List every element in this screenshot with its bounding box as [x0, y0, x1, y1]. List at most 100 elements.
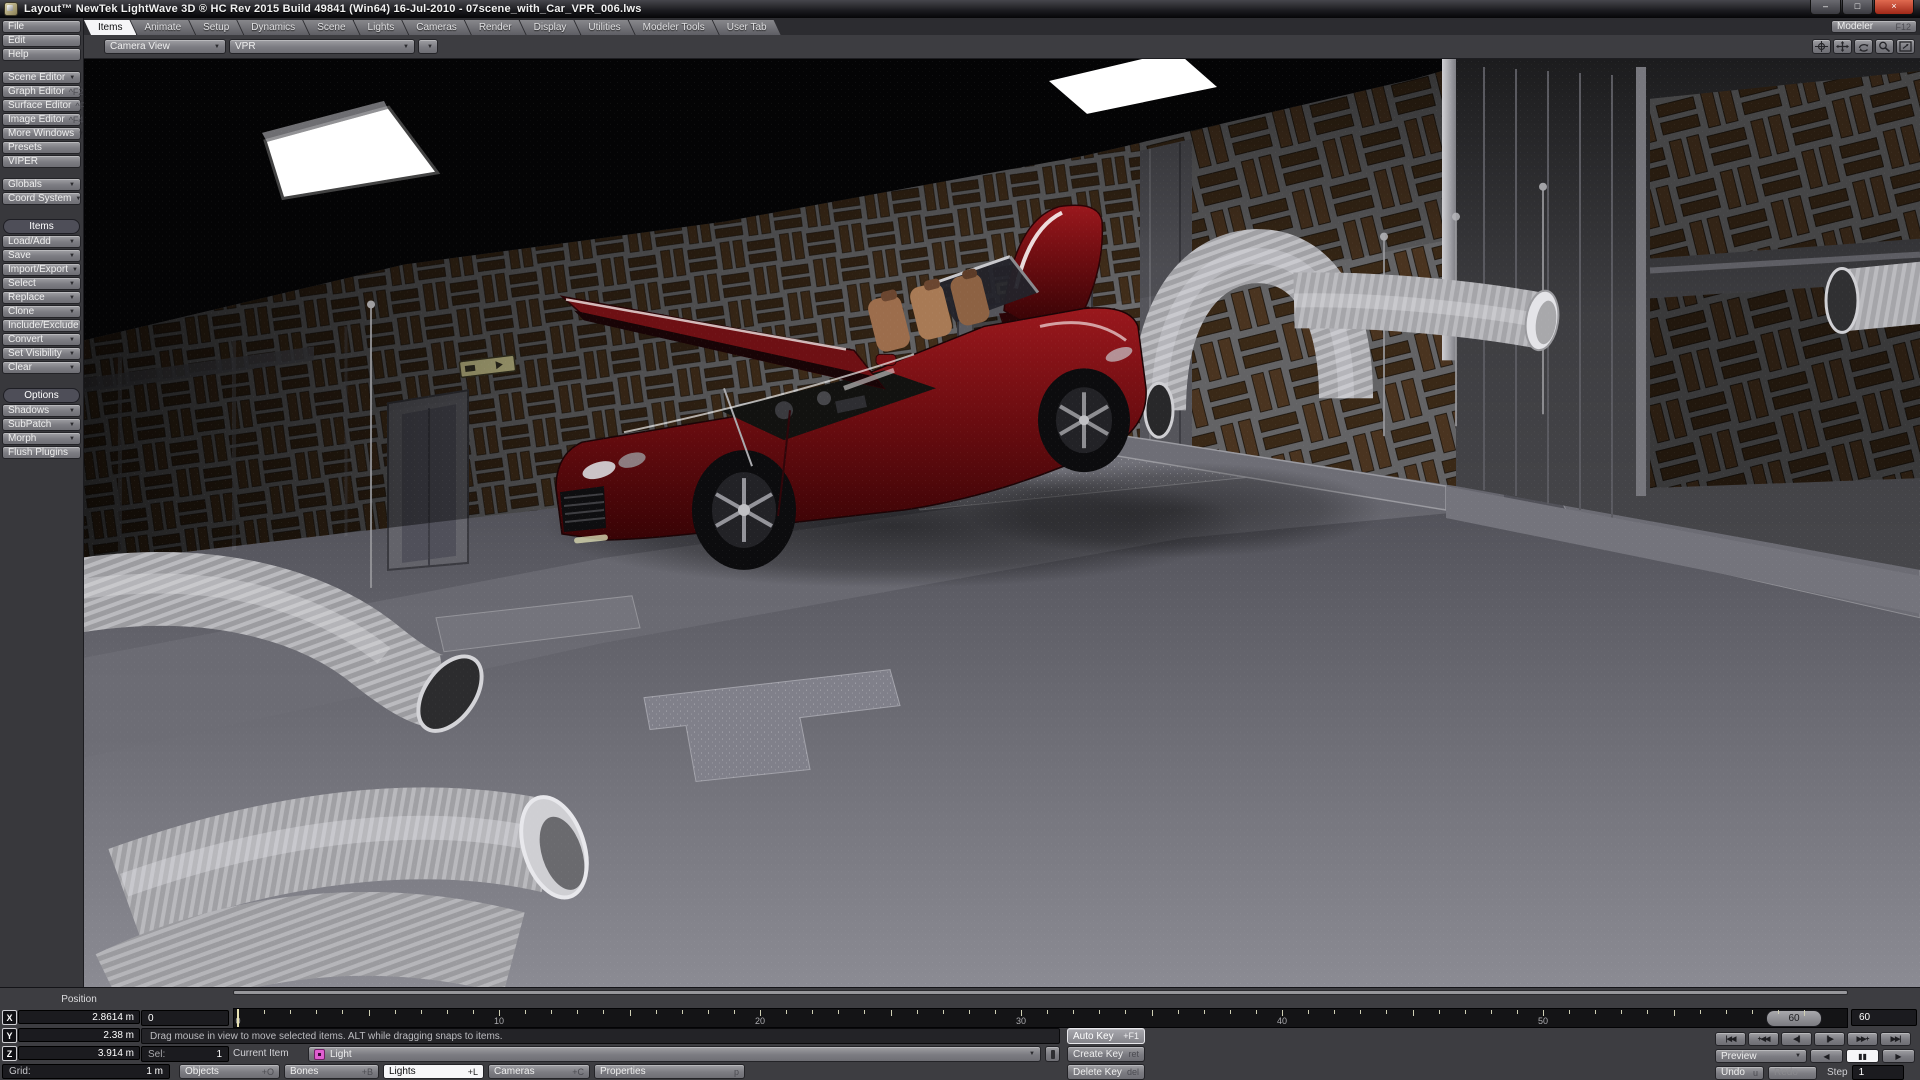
timeline-ruler[interactable]: 60 01020304050	[233, 1008, 1848, 1028]
viewport-options-dropdown[interactable]: ▼	[418, 39, 438, 54]
sidebar-item-viper[interactable]: VIPER	[2, 155, 81, 168]
edit-mode-buttons: Objects+O Bones+B Lights+L Cameras+C Propert…	[179, 1064, 745, 1079]
step-field[interactable]: 1	[1852, 1065, 1904, 1080]
chevron-down-icon: ▼	[65, 239, 75, 245]
sidebar-item-scene-editor[interactable]: Scene Editor▼	[2, 71, 81, 84]
sidebar-item-shadows[interactable]: Shadows▼	[2, 404, 81, 417]
center-item-button[interactable]	[1812, 39, 1831, 54]
sidebar-item-load-add[interactable]: Load/Add▼	[2, 235, 81, 248]
timeline-scrollbar[interactable]	[233, 990, 1848, 995]
x-axis-button[interactable]: X	[2, 1010, 17, 1025]
tab-render[interactable]: Render	[465, 20, 526, 35]
create-key-button[interactable]: Create Key ret	[1067, 1046, 1145, 1062]
sidebar-item-replace[interactable]: Replace▼	[2, 291, 81, 304]
y-axis-button[interactable]: Y	[2, 1028, 17, 1043]
z-value-field[interactable]: 3.914 m	[18, 1046, 140, 1060]
go-first-button[interactable]: |◀◀	[1715, 1032, 1746, 1046]
edit-lights-button[interactable]: Lights+L	[383, 1064, 484, 1079]
tab-display[interactable]: Display	[520, 20, 581, 35]
sidebar-item-presets[interactable]: Presets	[2, 141, 81, 154]
edit-cameras-button[interactable]: Cameras+C	[488, 1064, 590, 1079]
next-keyframe-button[interactable]: ▶▶+	[1847, 1032, 1878, 1046]
play-forward-button[interactable]: ▶	[1882, 1049, 1915, 1063]
current-item-dropdown[interactable]: Light ▼	[308, 1046, 1041, 1062]
timeline-playhead[interactable]	[237, 1009, 239, 1027]
menu-file[interactable]: File	[2, 20, 81, 33]
sidebar-item-import-export[interactable]: Import/Export▼	[2, 263, 81, 276]
chevron-down-icon: ▼	[65, 309, 75, 315]
sidebar-item-clone[interactable]: Clone▼	[2, 305, 81, 318]
tab-bar: ItemsAnimateSetupDynamicsSceneLightsCame…	[84, 18, 1920, 35]
prev-frame-button[interactable]: ◀||	[1781, 1032, 1812, 1046]
modeler-button[interactable]: Modeler F12	[1831, 20, 1917, 33]
last-frame-field[interactable]: 60	[1851, 1009, 1917, 1026]
sidebar-item-flush-plugins[interactable]: Flush Plugins	[2, 446, 81, 459]
x-value-field[interactable]: 2.8614 m	[18, 1010, 140, 1024]
tab-utilities[interactable]: Utilities	[574, 20, 634, 35]
view-type-dropdown[interactable]: Camera View ▼	[104, 39, 226, 54]
chevron-down-icon: ▼	[65, 281, 75, 287]
tab-setup[interactable]: Setup	[189, 20, 243, 35]
sidebar-item-globals[interactable]: Globals▼	[2, 178, 81, 191]
menu-help[interactable]: Help	[2, 48, 81, 61]
chevron-down-icon: ▼	[1025, 1051, 1035, 1057]
sidebar-item-more-windows[interactable]: More Windows▼	[2, 127, 81, 140]
close-button[interactable]: ×	[1874, 0, 1914, 15]
tab-cameras[interactable]: Cameras	[402, 20, 471, 35]
item-options-button[interactable]	[1045, 1046, 1060, 1062]
sidebar-item-clear[interactable]: Clear▼	[2, 361, 81, 374]
sidebar-item-morph[interactable]: Morph▼	[2, 432, 81, 445]
sidebar-item-include-exclude[interactable]: Include/Exclude▼	[2, 319, 81, 332]
prev-keyframe-button[interactable]: +◀◀	[1748, 1032, 1779, 1046]
edit-bones-button[interactable]: Bones+B	[284, 1064, 379, 1079]
grid-size-field[interactable]: Grid: 1 m	[2, 1064, 170, 1079]
sidebar-item-convert[interactable]: Convert▼	[2, 333, 81, 346]
redo-button[interactable]: Redo	[1768, 1066, 1817, 1080]
maximize-view-button[interactable]	[1896, 39, 1915, 54]
tab-items[interactable]: Items	[84, 20, 136, 35]
sidebar-item-graph-editor[interactable]: Graph Editor^F2	[2, 85, 81, 98]
tab-modeler-tools[interactable]: Modeler Tools	[629, 20, 719, 35]
current-frame-field[interactable]: 0	[141, 1010, 229, 1026]
item-options-icon	[1051, 1050, 1055, 1059]
auto-key-button[interactable]: Auto Key +F1	[1067, 1028, 1145, 1044]
edit-objects-button[interactable]: Objects+O	[179, 1064, 280, 1079]
pan-view-button[interactable]	[1833, 39, 1852, 54]
maximize-button[interactable]: □	[1842, 0, 1873, 15]
rotate-view-button[interactable]	[1854, 39, 1873, 54]
next-frame-button[interactable]: ||▶	[1814, 1032, 1845, 1046]
tab-animate[interactable]: Animate	[130, 20, 195, 35]
timeline-slider-handle[interactable]: 60	[1766, 1010, 1822, 1027]
sidebar-item-image-editor[interactable]: Image Editor^F4	[2, 113, 81, 126]
menu-edit[interactable]: Edit	[2, 34, 81, 47]
status-hint: Drag mouse in view to move selected item…	[141, 1028, 1060, 1044]
delete-key-button[interactable]: Delete Key del	[1067, 1064, 1145, 1080]
go-last-button[interactable]: ▶▶|	[1880, 1032, 1911, 1046]
sidebar-item-save[interactable]: Save▼	[2, 249, 81, 262]
minimize-button[interactable]: –	[1810, 0, 1841, 15]
undo-button[interactable]: Undo u	[1715, 1066, 1764, 1080]
sidebar-item-subpatch[interactable]: SubPatch▼	[2, 418, 81, 431]
sidebar-item-set-visibility[interactable]: Set Visibility▼	[2, 347, 81, 360]
lightwave-layout-window: Layout™ NewTek LightWave 3D ® HC Rev 201…	[0, 0, 1920, 1080]
z-axis-button[interactable]: Z	[2, 1046, 17, 1061]
chevron-down-icon: ▼	[65, 295, 75, 301]
sidebar-item-select[interactable]: Select▼	[2, 277, 81, 290]
chevron-down-icon: ▼	[65, 436, 75, 442]
chevron-down-icon: ▼	[65, 253, 75, 259]
render-mode-dropdown[interactable]: VPR ▼	[229, 39, 415, 54]
y-value-field[interactable]: 2.38 m	[18, 1028, 140, 1042]
play-reverse-button[interactable]: ◀	[1810, 1049, 1843, 1063]
tab-lights[interactable]: Lights	[354, 20, 409, 35]
tab-scene[interactable]: Scene	[303, 20, 359, 35]
app-icon	[4, 2, 18, 16]
sidebar-item-coord-system[interactable]: Coord System▼	[2, 192, 81, 205]
pause-button[interactable]: ▮▮	[1846, 1049, 1879, 1063]
tab-user-tab[interactable]: User Tab	[713, 20, 781, 35]
zoom-view-button[interactable]	[1875, 39, 1894, 54]
edit-properties-button[interactable]: Propertiesp	[594, 1064, 745, 1079]
tab-dynamics[interactable]: Dynamics	[237, 20, 309, 35]
sidebar-item-surface-editor[interactable]: Surface Editor^F3	[2, 99, 81, 112]
render-viewport[interactable]	[84, 59, 1920, 987]
preview-dropdown[interactable]: Preview ▼	[1715, 1049, 1807, 1063]
